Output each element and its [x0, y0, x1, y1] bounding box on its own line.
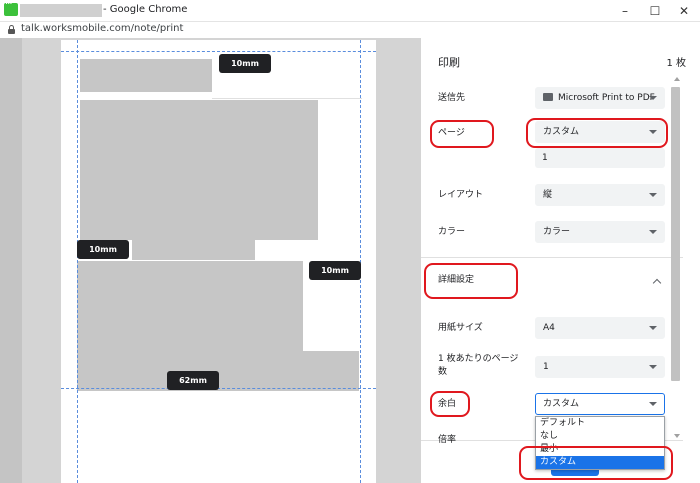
chevron-down-icon [649, 130, 657, 134]
pages-per-sheet-label-line2: 数 [438, 367, 448, 377]
preview-gutter [0, 38, 22, 483]
margins-label: 余白 [438, 399, 457, 409]
maximize-button[interactable]: ☐ [643, 2, 667, 20]
layout-select[interactable]: 縦 [535, 184, 665, 206]
scale-label: 倍率 [438, 435, 457, 445]
pages-per-sheet-select[interactable]: 1 [535, 356, 665, 378]
paper-size-value: A4 [543, 323, 555, 333]
minimize-button[interactable]: – [613, 2, 637, 20]
print-settings-panel: 印刷 1 枚 送信先 Microsoft Print to PDF ページ カス… [421, 38, 700, 483]
pages-label: ページ [438, 128, 465, 138]
destination-label: 送信先 [438, 93, 466, 103]
section-divider [421, 257, 683, 258]
chevron-up-icon[interactable] [652, 278, 662, 288]
pages-per-sheet-label-line1: 1 枚あたりのページ [438, 354, 519, 364]
sheet-count: 1 枚 [666, 58, 686, 69]
right-margin-chip[interactable]: 10mm [309, 261, 361, 280]
top-margin-guide[interactable] [61, 51, 376, 52]
margins-select[interactable]: カスタム [535, 393, 665, 415]
content-block [303, 351, 359, 391]
paper-size-label: 用紙サイズ [438, 323, 483, 333]
destination-value: Microsoft Print to PDF [558, 93, 655, 103]
chevron-down-icon [649, 96, 657, 100]
destination-select[interactable]: Microsoft Print to PDF [535, 87, 665, 109]
printer-icon [543, 93, 553, 101]
pages-per-sheet-value: 1 [543, 362, 549, 372]
layout-value: 縦 [543, 190, 553, 200]
panel-title: 印刷 [438, 56, 460, 69]
scrollbar-thumb[interactable] [671, 87, 680, 381]
page-range-input[interactable]: 1 [535, 148, 665, 168]
scroll-up-icon[interactable] [674, 77, 680, 81]
margins-value: カスタム [543, 399, 580, 409]
redacted-title [20, 4, 102, 17]
advanced-settings-toggle[interactable]: 詳細設定 [438, 274, 474, 287]
content-block [80, 59, 212, 92]
print-button-edge[interactable] [551, 470, 599, 476]
url-text[interactable]: talk.worksmobile.com/note/print [21, 23, 183, 34]
chevron-down-icon [649, 365, 657, 369]
content-block [132, 240, 255, 260]
chevron-down-icon [649, 326, 657, 330]
address-bar[interactable]: talk.worksmobile.com/note/print [0, 22, 700, 38]
pages-select[interactable]: カスタム [535, 121, 665, 143]
margin-option-minimum[interactable]: 最小 [536, 443, 664, 456]
lock-icon [8, 25, 15, 34]
close-button[interactable]: ✕ [672, 2, 696, 20]
title-bar: - Google Chrome – ☐ ✕ [0, 0, 700, 22]
left-margin-guide[interactable] [77, 40, 78, 483]
color-value: カラー [543, 227, 571, 237]
paper-size-select[interactable]: A4 [535, 317, 665, 339]
color-select[interactable]: カラー [535, 221, 665, 243]
print-preview: 10mm 10mm 10mm 62mm [0, 38, 421, 483]
bottom-margin-chip[interactable]: 62mm [167, 371, 219, 390]
margin-option-custom[interactable]: カスタム [536, 456, 664, 469]
margin-option-default[interactable]: デフォルト [536, 417, 664, 430]
margin-option-none[interactable]: なし [536, 430, 664, 443]
pages-per-sheet-label: 1 枚あたりのページ 数 [438, 353, 518, 379]
layout-label: レイアウト [438, 190, 484, 200]
line-works-app-icon [4, 0, 18, 16]
left-margin-chip[interactable]: 10mm [77, 240, 129, 259]
top-margin-chip[interactable]: 10mm [219, 54, 271, 73]
content-block [80, 100, 318, 240]
margins-dropdown[interactable]: デフォルト なし 最小 カスタム [535, 416, 665, 470]
chevron-down-icon [649, 193, 657, 197]
color-label: カラー [438, 227, 466, 237]
pages-value: カスタム [543, 127, 580, 137]
window-title: - Google Chrome [103, 4, 188, 15]
scroll-down-icon[interactable] [674, 434, 680, 438]
content-rule [212, 98, 362, 99]
chevron-down-icon [649, 402, 657, 406]
chevron-down-icon [649, 230, 657, 234]
